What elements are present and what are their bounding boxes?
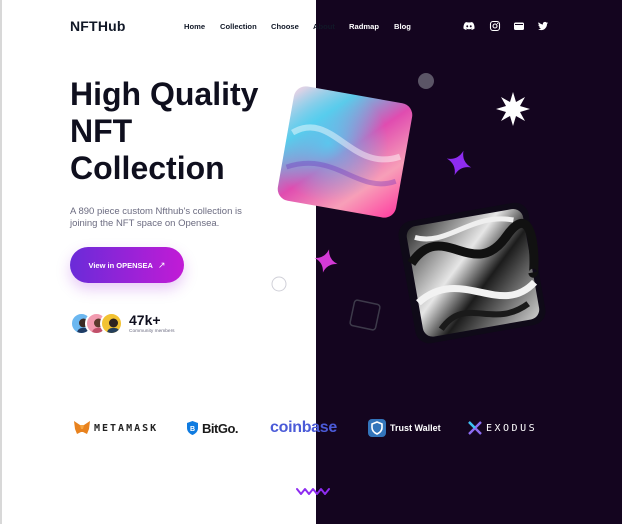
partner-bitgo: B BitGo.	[187, 416, 239, 440]
partner-exodus: EXODUS	[468, 416, 537, 440]
wallet-icon[interactable]	[513, 20, 525, 32]
partner-bitgo-label: BitGo.	[202, 420, 239, 436]
landing-page: NFTHub Home Collection Choose About Radm…	[0, 0, 622, 524]
nav-blog[interactable]: Blog	[394, 22, 411, 31]
scroll-indicator-icon[interactable]	[296, 486, 330, 496]
twitter-icon[interactable]	[537, 20, 549, 32]
partner-metamask-label: METAMASK	[94, 422, 159, 434]
partner-coinbase: coinbase	[270, 416, 337, 440]
hero-title-line: NFT	[70, 113, 133, 149]
starburst-icon	[496, 92, 530, 126]
exodus-x-icon	[468, 421, 482, 435]
decor-dot	[418, 73, 434, 89]
avatar	[100, 312, 123, 335]
logo[interactable]: NFTHub	[70, 18, 126, 34]
hero-title-line: High Quality	[70, 76, 259, 112]
partner-logos: METAMASK B BitGo. coinbase Trust Wallet …	[0, 416, 622, 440]
nav-home[interactable]: Home	[184, 22, 205, 31]
cta-label: View in OPENSEA	[88, 260, 153, 270]
partner-exodus-label: EXODUS	[486, 422, 538, 434]
sparkle-star-pink	[314, 249, 338, 273]
community-label: Community members	[129, 329, 175, 334]
hero-artwork	[271, 73, 546, 344]
svg-text:B: B	[190, 426, 195, 433]
partner-trust-label: Trust Wallet	[390, 423, 441, 433]
fox-icon	[74, 421, 90, 434]
nft-card-colorful	[277, 86, 413, 218]
community-avatars	[70, 312, 124, 335]
discord-icon[interactable]	[463, 20, 475, 32]
partner-trust-wallet: Trust Wallet	[368, 416, 441, 440]
community-count: 47k+	[129, 312, 161, 328]
instagram-icon[interactable]	[489, 20, 501, 32]
view-opensea-button[interactable]: View in OPENSEA ↗	[70, 247, 184, 283]
nav-collection[interactable]: Collection	[220, 22, 257, 31]
hero-title: High Quality NFT Collection	[70, 76, 258, 187]
nav-radmap[interactable]: Radmap	[349, 22, 379, 31]
partner-coinbase-label: coinbase	[270, 419, 337, 436]
nav-about[interactable]: About	[313, 22, 335, 31]
sparkle-star-purple	[446, 150, 472, 176]
trust-shield-icon	[368, 419, 386, 437]
nft-card-marble	[398, 202, 546, 344]
shield-icon: B	[187, 421, 198, 435]
hero-description: A 890 piece custom Nfthub's collection i…	[70, 206, 242, 229]
decor-square	[349, 299, 381, 331]
partner-metamask: METAMASK	[74, 416, 158, 440]
nav-choose[interactable]: Choose	[271, 22, 299, 31]
arrow-up-right-icon: ↗	[157, 259, 166, 270]
decor-ring	[271, 276, 287, 292]
hero-title-line: Collection	[70, 150, 225, 186]
